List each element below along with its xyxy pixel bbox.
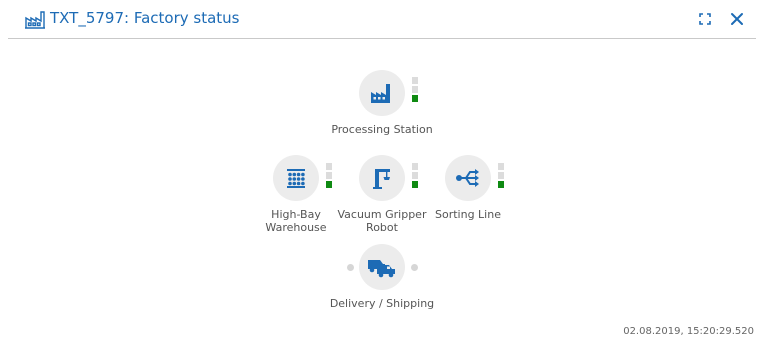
connector-dot-left — [347, 264, 354, 271]
station-label-line2: Robot — [366, 221, 398, 234]
station-label: Sorting Line — [435, 208, 501, 221]
status-light-red — [412, 77, 418, 84]
status-light-green — [498, 181, 504, 188]
last-updated-timestamp: 02.08.2019, 15:20:29.520 — [623, 326, 754, 337]
station-label-line2: Warehouse — [265, 221, 327, 234]
sorting-icon — [456, 169, 479, 187]
warehouse-station-button[interactable] — [273, 155, 319, 201]
gripper-station-button[interactable] — [359, 155, 405, 201]
station-processing: Processing Station — [322, 70, 442, 136]
station-sorting: Sorting Line — [408, 155, 528, 221]
fullscreen-button[interactable] — [694, 8, 716, 30]
close-icon — [731, 13, 743, 25]
status-light-green — [412, 95, 418, 102]
close-button[interactable] — [726, 8, 748, 30]
processing-station-button[interactable] — [359, 70, 405, 116]
factory-icon — [371, 84, 390, 103]
delivery-station-button[interactable] — [359, 244, 405, 290]
widget-title: TXT_5797: Factory status — [50, 9, 240, 27]
status-lights-processing — [412, 77, 418, 104]
connector-dot-right — [411, 264, 418, 271]
crane-icon — [373, 169, 390, 189]
station-label: Processing Station — [331, 123, 433, 136]
status-light-yellow — [498, 172, 504, 179]
station-delivery: Delivery / Shipping — [322, 244, 442, 310]
warehouse-icon — [287, 169, 305, 188]
fullscreen-icon — [699, 13, 711, 25]
truck-icon — [368, 260, 395, 278]
station-label-line1: High-Bay — [271, 208, 321, 221]
status-light-yellow — [412, 86, 418, 93]
status-lights-sorting — [498, 163, 504, 190]
factory-status-widget: TXT_5797: Factory status Processing Stat… — [0, 0, 764, 343]
widget-header: TXT_5797: Factory status — [8, 0, 756, 39]
sorting-station-button[interactable] — [445, 155, 491, 201]
factory-icon — [25, 11, 45, 29]
station-label: Delivery / Shipping — [329, 297, 435, 310]
status-light-red — [498, 163, 504, 170]
